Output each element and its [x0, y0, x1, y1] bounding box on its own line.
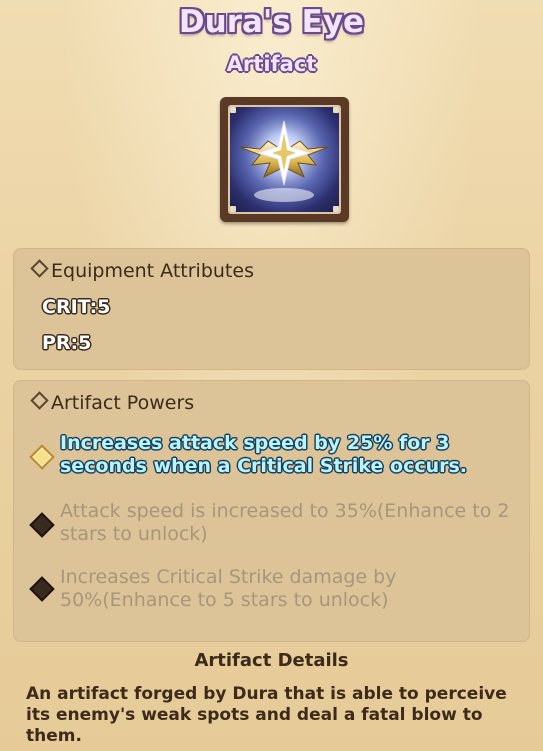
active-power-diamond-icon [29, 444, 55, 470]
frame-corner [230, 206, 236, 212]
equipment-attributes-heading: Equipment Attributes [30, 259, 254, 282]
frame-corner [333, 107, 339, 113]
equipment-attributes-panel: Equipment Attributes CRIT:5 PR:5 [13, 248, 530, 370]
artifact-powers-heading: Artifact Powers [30, 391, 195, 414]
item-name: Dura's Eye [178, 4, 365, 40]
frame-corner [333, 206, 339, 212]
artifact-details-text: An artifact forged by Dura that is able … [26, 684, 507, 746]
diamond-bullet-icon [30, 391, 49, 410]
frame-corner [230, 107, 236, 113]
artifact-details-heading: Artifact Details [194, 650, 349, 671]
artifact-powers-panel: Artifact Powers Increases attack speed b… [13, 380, 530, 642]
diamond-bullet-icon [30, 259, 49, 278]
equipment-attributes-label: Equipment Attributes [51, 260, 254, 282]
locked-power-diamond-icon [29, 512, 55, 538]
power-locked-3: Increases Critical Strike damage by 50%(… [60, 566, 397, 611]
item-type: Artifact [226, 52, 317, 76]
stat-pr: PR:5 [42, 332, 92, 354]
locked-power-diamond-icon [29, 576, 55, 602]
stat-crit: CRIT:5 [42, 296, 111, 318]
artifact-crown-icon [228, 105, 341, 214]
artifact-powers-label: Artifact Powers [51, 392, 195, 414]
power-locked-2: Attack speed is increased to 35%(Enhance… [60, 500, 510, 545]
artifact-icon-frame [220, 97, 349, 222]
power-active-1: Increases attack speed by 25% for 3 seco… [60, 432, 468, 477]
